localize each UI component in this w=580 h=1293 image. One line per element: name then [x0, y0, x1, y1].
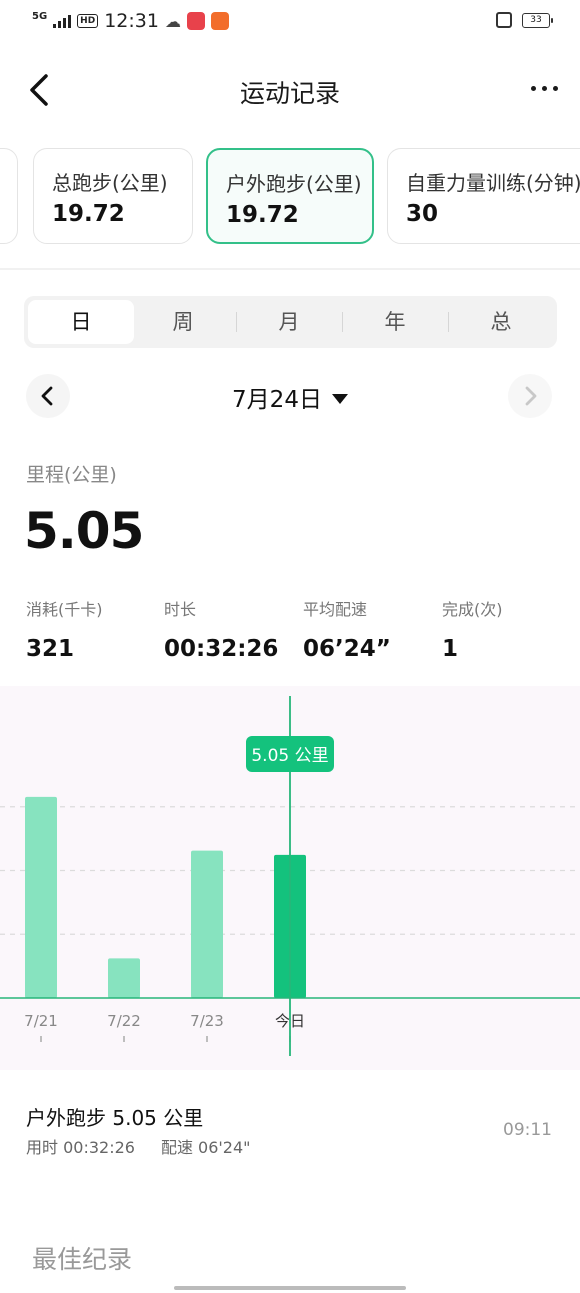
- next-date-button[interactable]: [508, 374, 552, 418]
- more-options-button[interactable]: [531, 86, 558, 91]
- category-cards: 总跑步(公里) 19.72 户外跑步(公里) 19.72 自重力量训练(分钟) …: [0, 148, 580, 246]
- card-total-running[interactable]: 总跑步(公里) 19.72: [33, 148, 193, 244]
- selected-date: 7月24日: [232, 387, 322, 413]
- chart-bar[interactable]: [25, 796, 57, 998]
- distance-value: 5.05: [24, 502, 144, 560]
- chart-tick-label: 7/23: [190, 1012, 224, 1030]
- app-notification-icon-2: [210, 12, 229, 30]
- caret-down-icon: [331, 393, 348, 404]
- stat-value: 1: [442, 636, 459, 662]
- section-divider: [0, 268, 580, 270]
- status-bar: 5G HD 12:31 ☁ 33: [0, 0, 580, 46]
- stat-label: 时长: [164, 600, 197, 619]
- more-dot-icon: [542, 86, 547, 91]
- chart-bar[interactable]: [191, 850, 223, 998]
- chart-bar[interactable]: [108, 958, 140, 998]
- card-partial[interactable]: [0, 148, 18, 244]
- stat-label: 消耗(千卡): [26, 600, 103, 619]
- card-label: 户外跑步(公里): [226, 172, 362, 196]
- vibrate-icon: [496, 12, 512, 28]
- stat-value: 00:32:26: [164, 636, 279, 662]
- period-tabs: 日 周 月 年 总: [24, 296, 557, 348]
- record-details: 用时 00:32:26 配速 06'24": [26, 1134, 277, 1158]
- card-label: 总跑步(公里): [52, 171, 168, 195]
- stat-duration: 时长 00:32:26: [164, 596, 278, 662]
- app-notification-icon: [186, 12, 205, 30]
- stat-average-pace: 平均配速 06’24”: [303, 596, 391, 662]
- hd-badge: HD: [77, 14, 99, 28]
- tab-month[interactable]: 月: [236, 300, 342, 344]
- card-value: 19.72: [52, 201, 125, 227]
- stat-completed: 完成(次) 1: [442, 596, 503, 662]
- tab-week[interactable]: 周: [130, 300, 236, 344]
- app-header: 运动记录: [0, 62, 580, 118]
- chart-tick-label: 7/22: [107, 1012, 141, 1030]
- tab-year[interactable]: 年: [342, 300, 448, 344]
- page-title: 运动记录: [239, 79, 340, 108]
- record-pace: 配速 06'24": [160, 1138, 251, 1157]
- status-left: 5G HD 12:31 ☁: [32, 10, 229, 32]
- tab-total[interactable]: 总: [448, 300, 554, 344]
- stat-value: 06’24”: [303, 636, 391, 662]
- chart-tick-label: 7/21: [24, 1012, 58, 1030]
- chart-tooltip-label: 5.05 公里: [251, 746, 328, 766]
- distance-label: 里程(公里): [26, 464, 117, 486]
- record-time: 09:11: [503, 1120, 552, 1140]
- card-value: 19.72: [226, 202, 299, 228]
- stat-label: 完成(次): [442, 600, 503, 619]
- stat-label: 平均配速: [303, 600, 368, 619]
- more-dot-icon: [553, 86, 558, 91]
- battery-icon: 33: [522, 12, 553, 28]
- signal-icon: [53, 14, 72, 28]
- card-bodyweight-training[interactable]: 自重力量训练(分钟) 30: [387, 148, 580, 244]
- card-value: 30: [406, 201, 439, 227]
- card-label: 自重力量训练(分钟): [406, 171, 580, 195]
- best-record-heading: 最佳纪录: [32, 1245, 133, 1274]
- status-time: 12:31: [104, 10, 159, 32]
- stat-value: 321: [26, 636, 75, 662]
- network-type: 5G: [32, 11, 48, 22]
- date-selector[interactable]: 7月24日: [0, 380, 580, 414]
- record-duration: 用时 00:32:26: [26, 1138, 135, 1157]
- tab-day[interactable]: 日: [28, 300, 134, 344]
- chevron-right-icon: [525, 386, 537, 406]
- record-title[interactable]: 户外跑步 5.05 公里: [26, 1102, 203, 1131]
- distance-bar-chart[interactable]: 7/21 7/22 7/23 今日5.05 公里: [0, 686, 580, 1070]
- cloud-icon: ☁: [164, 11, 181, 31]
- distance-chart[interactable]: 7/21 7/22 7/23 今日 5.05 公里: [0, 686, 580, 1070]
- more-dot-icon: [531, 86, 536, 91]
- home-indicator[interactable]: [174, 1286, 406, 1290]
- status-right: 33: [496, 12, 553, 28]
- card-outdoor-running[interactable]: 户外跑步(公里) 19.72: [206, 148, 374, 244]
- stat-calories: 消耗(千卡) 321: [26, 596, 103, 662]
